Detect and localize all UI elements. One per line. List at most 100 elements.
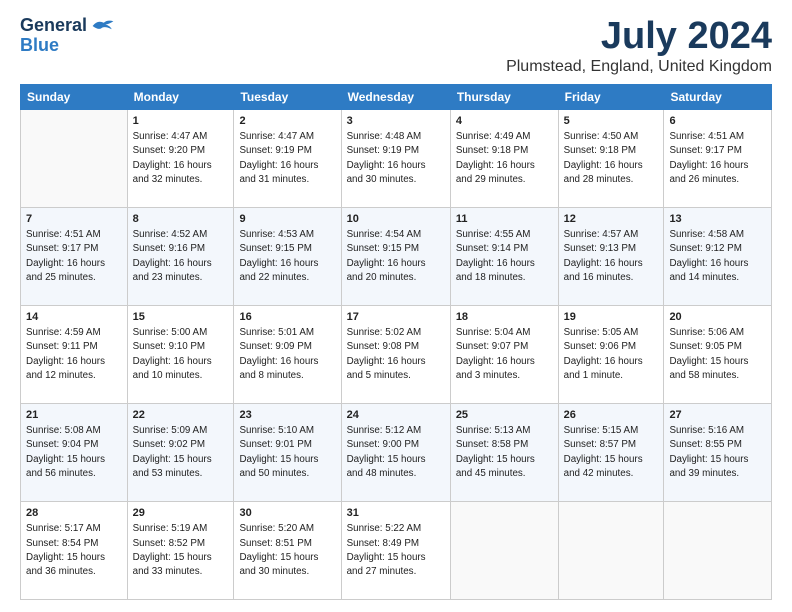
main-title: July 2024 (506, 16, 772, 58)
calendar-week-row: 7Sunrise: 4:51 AM Sunset: 9:17 PM Daylig… (21, 207, 772, 305)
col-sunday: Sunday (21, 84, 128, 109)
day-number: 12 (564, 212, 659, 227)
day-info: Sunrise: 4:54 AM Sunset: 9:15 PM Dayligh… (347, 228, 445, 285)
table-row: 6Sunrise: 4:51 AM Sunset: 9:17 PM Daylig… (664, 109, 772, 207)
day-info: Sunrise: 4:51 AM Sunset: 9:17 PM Dayligh… (26, 228, 122, 285)
day-info: Sunrise: 5:06 AM Sunset: 9:05 PM Dayligh… (669, 326, 766, 383)
day-number: 4 (456, 114, 553, 129)
table-row: 21Sunrise: 5:08 AM Sunset: 9:04 PM Dayli… (21, 403, 128, 501)
day-number: 9 (239, 212, 335, 227)
day-info: Sunrise: 4:55 AM Sunset: 9:14 PM Dayligh… (456, 228, 553, 285)
day-info: Sunrise: 5:16 AM Sunset: 8:55 PM Dayligh… (669, 424, 766, 481)
day-info: Sunrise: 5:12 AM Sunset: 9:00 PM Dayligh… (347, 424, 445, 481)
day-number: 8 (133, 212, 229, 227)
day-info: Sunrise: 4:47 AM Sunset: 9:20 PM Dayligh… (133, 130, 229, 187)
day-info: Sunrise: 4:50 AM Sunset: 9:18 PM Dayligh… (564, 130, 659, 187)
day-info: Sunrise: 5:08 AM Sunset: 9:04 PM Dayligh… (26, 424, 122, 481)
calendar-table: Sunday Monday Tuesday Wednesday Thursday… (20, 84, 772, 600)
day-info: Sunrise: 5:05 AM Sunset: 9:06 PM Dayligh… (564, 326, 659, 383)
page: General Blue July 2024 Plumstead, Englan… (0, 0, 792, 612)
day-info: Sunrise: 4:53 AM Sunset: 9:15 PM Dayligh… (239, 228, 335, 285)
table-row: 26Sunrise: 5:15 AM Sunset: 8:57 PM Dayli… (558, 403, 664, 501)
table-row: 5Sunrise: 4:50 AM Sunset: 9:18 PM Daylig… (558, 109, 664, 207)
day-number: 21 (26, 408, 122, 423)
day-number: 19 (564, 310, 659, 325)
day-info: Sunrise: 5:00 AM Sunset: 9:10 PM Dayligh… (133, 326, 229, 383)
table-row: 28Sunrise: 5:17 AM Sunset: 8:54 PM Dayli… (21, 501, 128, 599)
logo: General Blue (20, 16, 115, 56)
day-number: 14 (26, 310, 122, 325)
table-row: 8Sunrise: 4:52 AM Sunset: 9:16 PM Daylig… (127, 207, 234, 305)
calendar-week-row: 14Sunrise: 4:59 AM Sunset: 9:11 PM Dayli… (21, 305, 772, 403)
table-row: 12Sunrise: 4:57 AM Sunset: 9:13 PM Dayli… (558, 207, 664, 305)
table-row: 14Sunrise: 4:59 AM Sunset: 9:11 PM Dayli… (21, 305, 128, 403)
table-row: 3Sunrise: 4:48 AM Sunset: 9:19 PM Daylig… (341, 109, 450, 207)
table-row: 31Sunrise: 5:22 AM Sunset: 8:49 PM Dayli… (341, 501, 450, 599)
day-number: 2 (239, 114, 335, 129)
table-row: 20Sunrise: 5:06 AM Sunset: 9:05 PM Dayli… (664, 305, 772, 403)
col-wednesday: Wednesday (341, 84, 450, 109)
day-number: 6 (669, 114, 766, 129)
day-info: Sunrise: 5:04 AM Sunset: 9:07 PM Dayligh… (456, 326, 553, 383)
table-row: 4Sunrise: 4:49 AM Sunset: 9:18 PM Daylig… (450, 109, 558, 207)
day-info: Sunrise: 4:51 AM Sunset: 9:17 PM Dayligh… (669, 130, 766, 187)
table-row: 24Sunrise: 5:12 AM Sunset: 9:00 PM Dayli… (341, 403, 450, 501)
day-info: Sunrise: 4:52 AM Sunset: 9:16 PM Dayligh… (133, 228, 229, 285)
day-number: 18 (456, 310, 553, 325)
day-number: 22 (133, 408, 229, 423)
table-row: 9Sunrise: 4:53 AM Sunset: 9:15 PM Daylig… (234, 207, 341, 305)
col-saturday: Saturday (664, 84, 772, 109)
table-row (558, 501, 664, 599)
day-number: 11 (456, 212, 553, 227)
table-row: 17Sunrise: 5:02 AM Sunset: 9:08 PM Dayli… (341, 305, 450, 403)
day-number: 23 (239, 408, 335, 423)
table-row: 29Sunrise: 5:19 AM Sunset: 8:52 PM Dayli… (127, 501, 234, 599)
calendar-week-row: 21Sunrise: 5:08 AM Sunset: 9:04 PM Dayli… (21, 403, 772, 501)
day-number: 31 (347, 506, 445, 521)
title-block: July 2024 Plumstead, England, United Kin… (506, 16, 772, 76)
day-info: Sunrise: 4:58 AM Sunset: 9:12 PM Dayligh… (669, 228, 766, 285)
day-number: 5 (564, 114, 659, 129)
table-row (664, 501, 772, 599)
table-row: 23Sunrise: 5:10 AM Sunset: 9:01 PM Dayli… (234, 403, 341, 501)
table-row: 11Sunrise: 4:55 AM Sunset: 9:14 PM Dayli… (450, 207, 558, 305)
logo-general: General (20, 16, 87, 36)
day-info: Sunrise: 5:09 AM Sunset: 9:02 PM Dayligh… (133, 424, 229, 481)
col-friday: Friday (558, 84, 664, 109)
day-number: 13 (669, 212, 766, 227)
day-number: 25 (456, 408, 553, 423)
logo-blue: Blue (20, 36, 59, 56)
day-info: Sunrise: 5:22 AM Sunset: 8:49 PM Dayligh… (347, 522, 445, 579)
calendar-body: 1Sunrise: 4:47 AM Sunset: 9:20 PM Daylig… (21, 109, 772, 599)
day-number: 1 (133, 114, 229, 129)
table-row: 15Sunrise: 5:00 AM Sunset: 9:10 PM Dayli… (127, 305, 234, 403)
day-info: Sunrise: 4:47 AM Sunset: 9:19 PM Dayligh… (239, 130, 335, 187)
table-row: 19Sunrise: 5:05 AM Sunset: 9:06 PM Dayli… (558, 305, 664, 403)
table-row: 27Sunrise: 5:16 AM Sunset: 8:55 PM Dayli… (664, 403, 772, 501)
day-info: Sunrise: 5:13 AM Sunset: 8:58 PM Dayligh… (456, 424, 553, 481)
day-info: Sunrise: 4:49 AM Sunset: 9:18 PM Dayligh… (456, 130, 553, 187)
day-info: Sunrise: 5:10 AM Sunset: 9:01 PM Dayligh… (239, 424, 335, 481)
table-row: 22Sunrise: 5:09 AM Sunset: 9:02 PM Dayli… (127, 403, 234, 501)
day-number: 17 (347, 310, 445, 325)
day-info: Sunrise: 4:57 AM Sunset: 9:13 PM Dayligh… (564, 228, 659, 285)
calendar-week-row: 28Sunrise: 5:17 AM Sunset: 8:54 PM Dayli… (21, 501, 772, 599)
day-number: 3 (347, 114, 445, 129)
day-info: Sunrise: 5:02 AM Sunset: 9:08 PM Dayligh… (347, 326, 445, 383)
table-row: 30Sunrise: 5:20 AM Sunset: 8:51 PM Dayli… (234, 501, 341, 599)
table-row: 10Sunrise: 4:54 AM Sunset: 9:15 PM Dayli… (341, 207, 450, 305)
day-info: Sunrise: 5:15 AM Sunset: 8:57 PM Dayligh… (564, 424, 659, 481)
table-row: 18Sunrise: 5:04 AM Sunset: 9:07 PM Dayli… (450, 305, 558, 403)
day-number: 29 (133, 506, 229, 521)
day-number: 7 (26, 212, 122, 227)
day-number: 28 (26, 506, 122, 521)
col-monday: Monday (127, 84, 234, 109)
table-row: 25Sunrise: 5:13 AM Sunset: 8:58 PM Dayli… (450, 403, 558, 501)
col-tuesday: Tuesday (234, 84, 341, 109)
day-number: 30 (239, 506, 335, 521)
table-row: 13Sunrise: 4:58 AM Sunset: 9:12 PM Dayli… (664, 207, 772, 305)
day-number: 16 (239, 310, 335, 325)
col-thursday: Thursday (450, 84, 558, 109)
day-info: Sunrise: 5:20 AM Sunset: 8:51 PM Dayligh… (239, 522, 335, 579)
day-number: 24 (347, 408, 445, 423)
